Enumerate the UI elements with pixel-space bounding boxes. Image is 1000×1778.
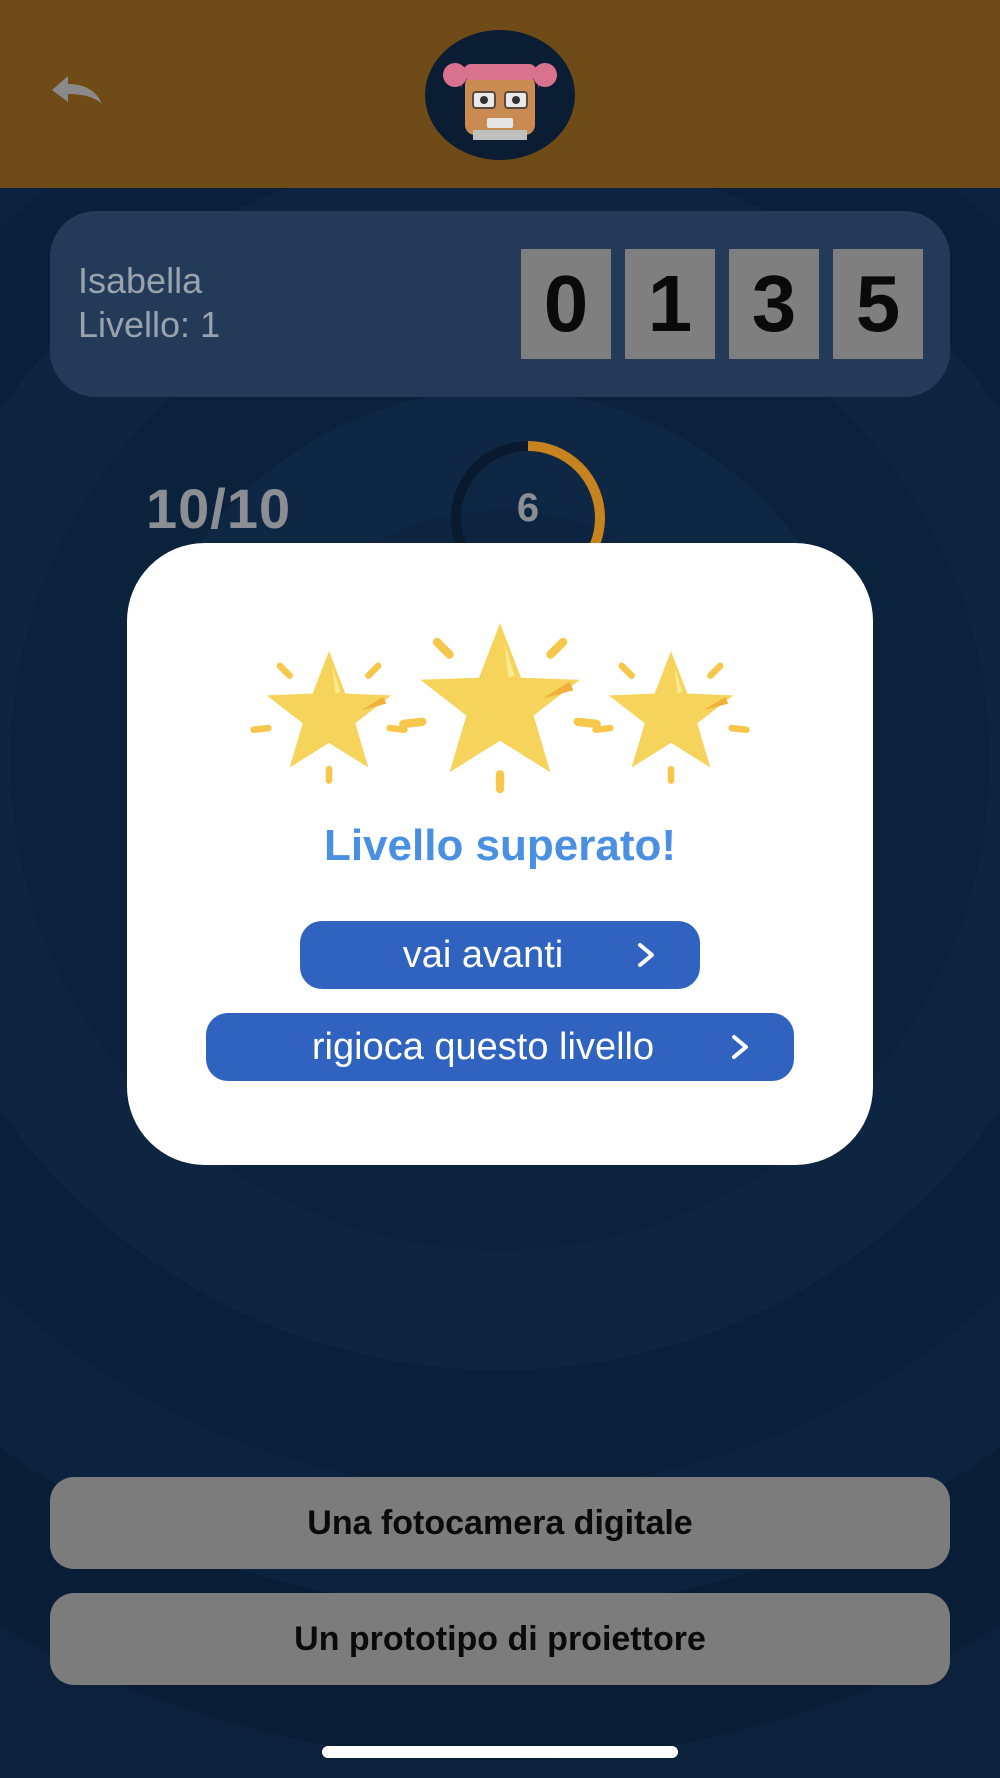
player-name: Isabella [78,260,203,301]
score-digit: 1 [625,249,715,359]
back-button[interactable] [40,70,110,120]
score-counter: 0 1 3 5 [521,249,923,359]
question-progress: 10/10 [146,477,292,540]
next-level-button[interactable]: vai avanti [300,921,700,989]
top-bar [0,0,1000,188]
chevron-right-icon [638,943,654,967]
player-panel: Isabella Livello: 1 0 1 3 5 [50,211,950,397]
next-level-label: vai avanti [402,933,564,976]
star-icon [592,651,750,784]
stars-rating [250,623,750,794]
replay-level-label: rigioca questo livello [311,1025,655,1068]
undo-arrow-icon [52,76,102,104]
player-level: Livello: 1 [78,304,221,345]
dialog-title: Livello superato! [323,821,677,870]
replay-level-button[interactable]: rigioca questo livello [206,1013,794,1081]
score-digit: 0 [521,249,611,359]
level-complete-dialog: Livello superato! vai avanti rigioca que… [127,543,873,1165]
star-icon [399,623,601,794]
answer-button[interactable]: Una fotocamera digitale [50,1477,950,1569]
girl-avatar-icon [443,63,557,140]
avatar[interactable] [425,30,575,160]
answer-button[interactable]: Un prototipo di proiettore [50,1593,950,1685]
chevron-right-icon [732,1035,748,1059]
home-indicator[interactable] [322,1746,678,1758]
timer-value: 6 [516,486,540,530]
star-icon [250,651,408,784]
score-digit: 3 [729,249,819,359]
score-digit: 5 [833,249,923,359]
